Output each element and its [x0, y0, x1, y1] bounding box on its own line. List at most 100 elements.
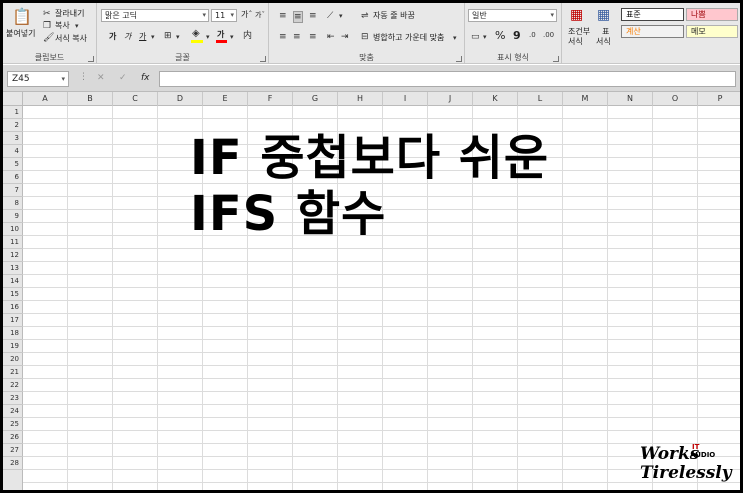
number-launcher-icon[interactable]	[553, 56, 559, 62]
underline-dropdown-icon[interactable]: ▾	[151, 32, 155, 42]
style-note[interactable]: 메모	[686, 25, 738, 38]
increase-indent-icon[interactable]: ⇥	[341, 32, 349, 42]
row-header[interactable]: 2	[3, 119, 23, 132]
column-header[interactable]: A	[23, 92, 68, 106]
column-header[interactable]: C	[113, 92, 158, 106]
accounting-icon[interactable]: ▭	[471, 32, 480, 42]
column-header[interactable]: L	[518, 92, 563, 106]
column-header[interactable]: M	[563, 92, 608, 106]
row-header[interactable]: 3	[3, 132, 23, 145]
row-header[interactable]: 13	[3, 262, 23, 275]
row-header[interactable]: 26	[3, 431, 23, 444]
column-header[interactable]: D	[158, 92, 203, 106]
row-header[interactable]: 25	[3, 418, 23, 431]
column-header[interactable]: G	[293, 92, 338, 106]
row-header[interactable]: 9	[3, 210, 23, 223]
percent-button[interactable]: %	[495, 30, 505, 41]
increase-decimal-icon[interactable]: .0	[529, 30, 536, 40]
name-box-dropdown-icon[interactable]: ▾	[61, 72, 65, 86]
row-header[interactable]: 28	[3, 457, 23, 470]
style-normal[interactable]: 표준	[621, 8, 684, 21]
paste-button[interactable]: 붙여넣기	[6, 29, 35, 39]
formula-input[interactable]	[159, 71, 736, 87]
font-launcher-icon[interactable]	[260, 56, 266, 62]
align-center-icon[interactable]: ≡	[293, 32, 301, 42]
row-header[interactable]: 18	[3, 327, 23, 340]
wrap-text-button[interactable]: 자동 줄 바꿈	[373, 11, 415, 21]
align-bottom-icon[interactable]: ≡	[309, 11, 317, 21]
conditional-format-label-2[interactable]: 서식	[568, 37, 583, 47]
column-header[interactable]: H	[338, 92, 383, 106]
conditional-format-label-1[interactable]: 조건부	[568, 27, 590, 37]
column-header[interactable]: J	[428, 92, 473, 106]
fill-dropdown-icon[interactable]: ▾	[206, 32, 210, 42]
phonetic-icon[interactable]: 内	[243, 31, 252, 41]
conditional-format-icon[interactable]: ▦	[570, 8, 583, 22]
align-top-icon[interactable]: ≡	[279, 11, 287, 21]
style-calculation[interactable]: 계산	[621, 25, 684, 38]
row-header[interactable]: 16	[3, 301, 23, 314]
cancel-icon[interactable]: ✕	[97, 73, 105, 83]
column-header[interactable]: F	[248, 92, 293, 106]
column-header[interactable]: N	[608, 92, 653, 106]
row-header[interactable]: 20	[3, 353, 23, 366]
align-left-icon[interactable]: ≡	[279, 32, 287, 42]
row-header[interactable]: 17	[3, 314, 23, 327]
italic-button[interactable]: 가	[124, 32, 131, 42]
cut-icon[interactable]: ✂	[43, 9, 51, 19]
align-right-icon[interactable]: ≡	[309, 32, 317, 42]
border-icon[interactable]: ⊞	[164, 31, 172, 41]
row-header[interactable]: 4	[3, 145, 23, 158]
column-header[interactable]: O	[653, 92, 698, 106]
merge-center-icon[interactable]: ⊟	[361, 32, 369, 42]
font-size-select[interactable]: 11 ▾	[211, 9, 237, 22]
format-table-icon[interactable]: ▦	[597, 8, 610, 22]
alignment-launcher-icon[interactable]	[456, 56, 462, 62]
orientation-dropdown-icon[interactable]: ▾	[339, 11, 343, 21]
font-color-button[interactable]: 가	[217, 30, 224, 40]
row-header[interactable]: 12	[3, 249, 23, 262]
column-header[interactable]: K	[473, 92, 518, 106]
name-box[interactable]: Z45 ▾	[7, 71, 69, 87]
decrease-indent-icon[interactable]: ⇤	[327, 32, 335, 42]
select-all-corner[interactable]	[3, 92, 23, 106]
style-bad[interactable]: 나쁨	[686, 8, 738, 21]
format-painter-button[interactable]: 서식 복사	[55, 34, 87, 44]
row-header[interactable]: 7	[3, 184, 23, 197]
column-header[interactable]: B	[68, 92, 113, 106]
align-middle-icon[interactable]: ≡	[293, 11, 303, 23]
column-header[interactable]: E	[203, 92, 248, 106]
underline-button[interactable]: 가	[139, 32, 146, 42]
enter-icon[interactable]: ✓	[119, 73, 127, 83]
insert-function-button[interactable]: fx	[141, 73, 150, 83]
row-header[interactable]: 19	[3, 340, 23, 353]
column-header[interactable]: P	[698, 92, 740, 106]
copy-icon[interactable]: ❐	[43, 21, 51, 31]
font-name-select[interactable]: 맑은 고딕 ▾	[101, 9, 209, 22]
row-header[interactable]: 1	[3, 106, 23, 119]
row-header[interactable]: 10	[3, 223, 23, 236]
wrap-text-icon[interactable]: ⇌	[361, 11, 369, 21]
font-color-dropdown-icon[interactable]: ▾	[230, 32, 234, 42]
merge-dropdown-icon[interactable]: ▾	[453, 33, 457, 43]
cut-button[interactable]: 잘라내기	[55, 9, 84, 19]
format-painter-icon[interactable]: 🖌	[43, 33, 54, 43]
copy-dropdown-icon[interactable]: ▾	[75, 21, 79, 31]
clipboard-launcher-icon[interactable]	[88, 56, 94, 62]
row-header[interactable]: 27	[3, 444, 23, 457]
row-header[interactable]: 21	[3, 366, 23, 379]
number-format-select[interactable]: 일반 ▾	[468, 9, 557, 22]
border-dropdown-icon[interactable]: ▾	[176, 32, 180, 42]
comma-button[interactable]: 9	[513, 30, 521, 41]
paste-icon[interactable]: 📋	[12, 9, 32, 25]
grow-font-button[interactable]: 가ˆ	[241, 10, 252, 20]
orientation-icon[interactable]: ⟋	[327, 11, 333, 21]
format-table-label-2[interactable]: 서식	[596, 37, 611, 47]
row-header[interactable]: 14	[3, 275, 23, 288]
shrink-font-button[interactable]: 가ˇ	[255, 10, 265, 20]
merge-center-button[interactable]: 병합하고 가운데 맞춤	[373, 33, 444, 43]
bold-button[interactable]: 가	[109, 32, 116, 42]
fill-color-icon[interactable]: ◈	[192, 29, 200, 39]
row-header[interactable]: 11	[3, 236, 23, 249]
row-header[interactable]: 5	[3, 158, 23, 171]
